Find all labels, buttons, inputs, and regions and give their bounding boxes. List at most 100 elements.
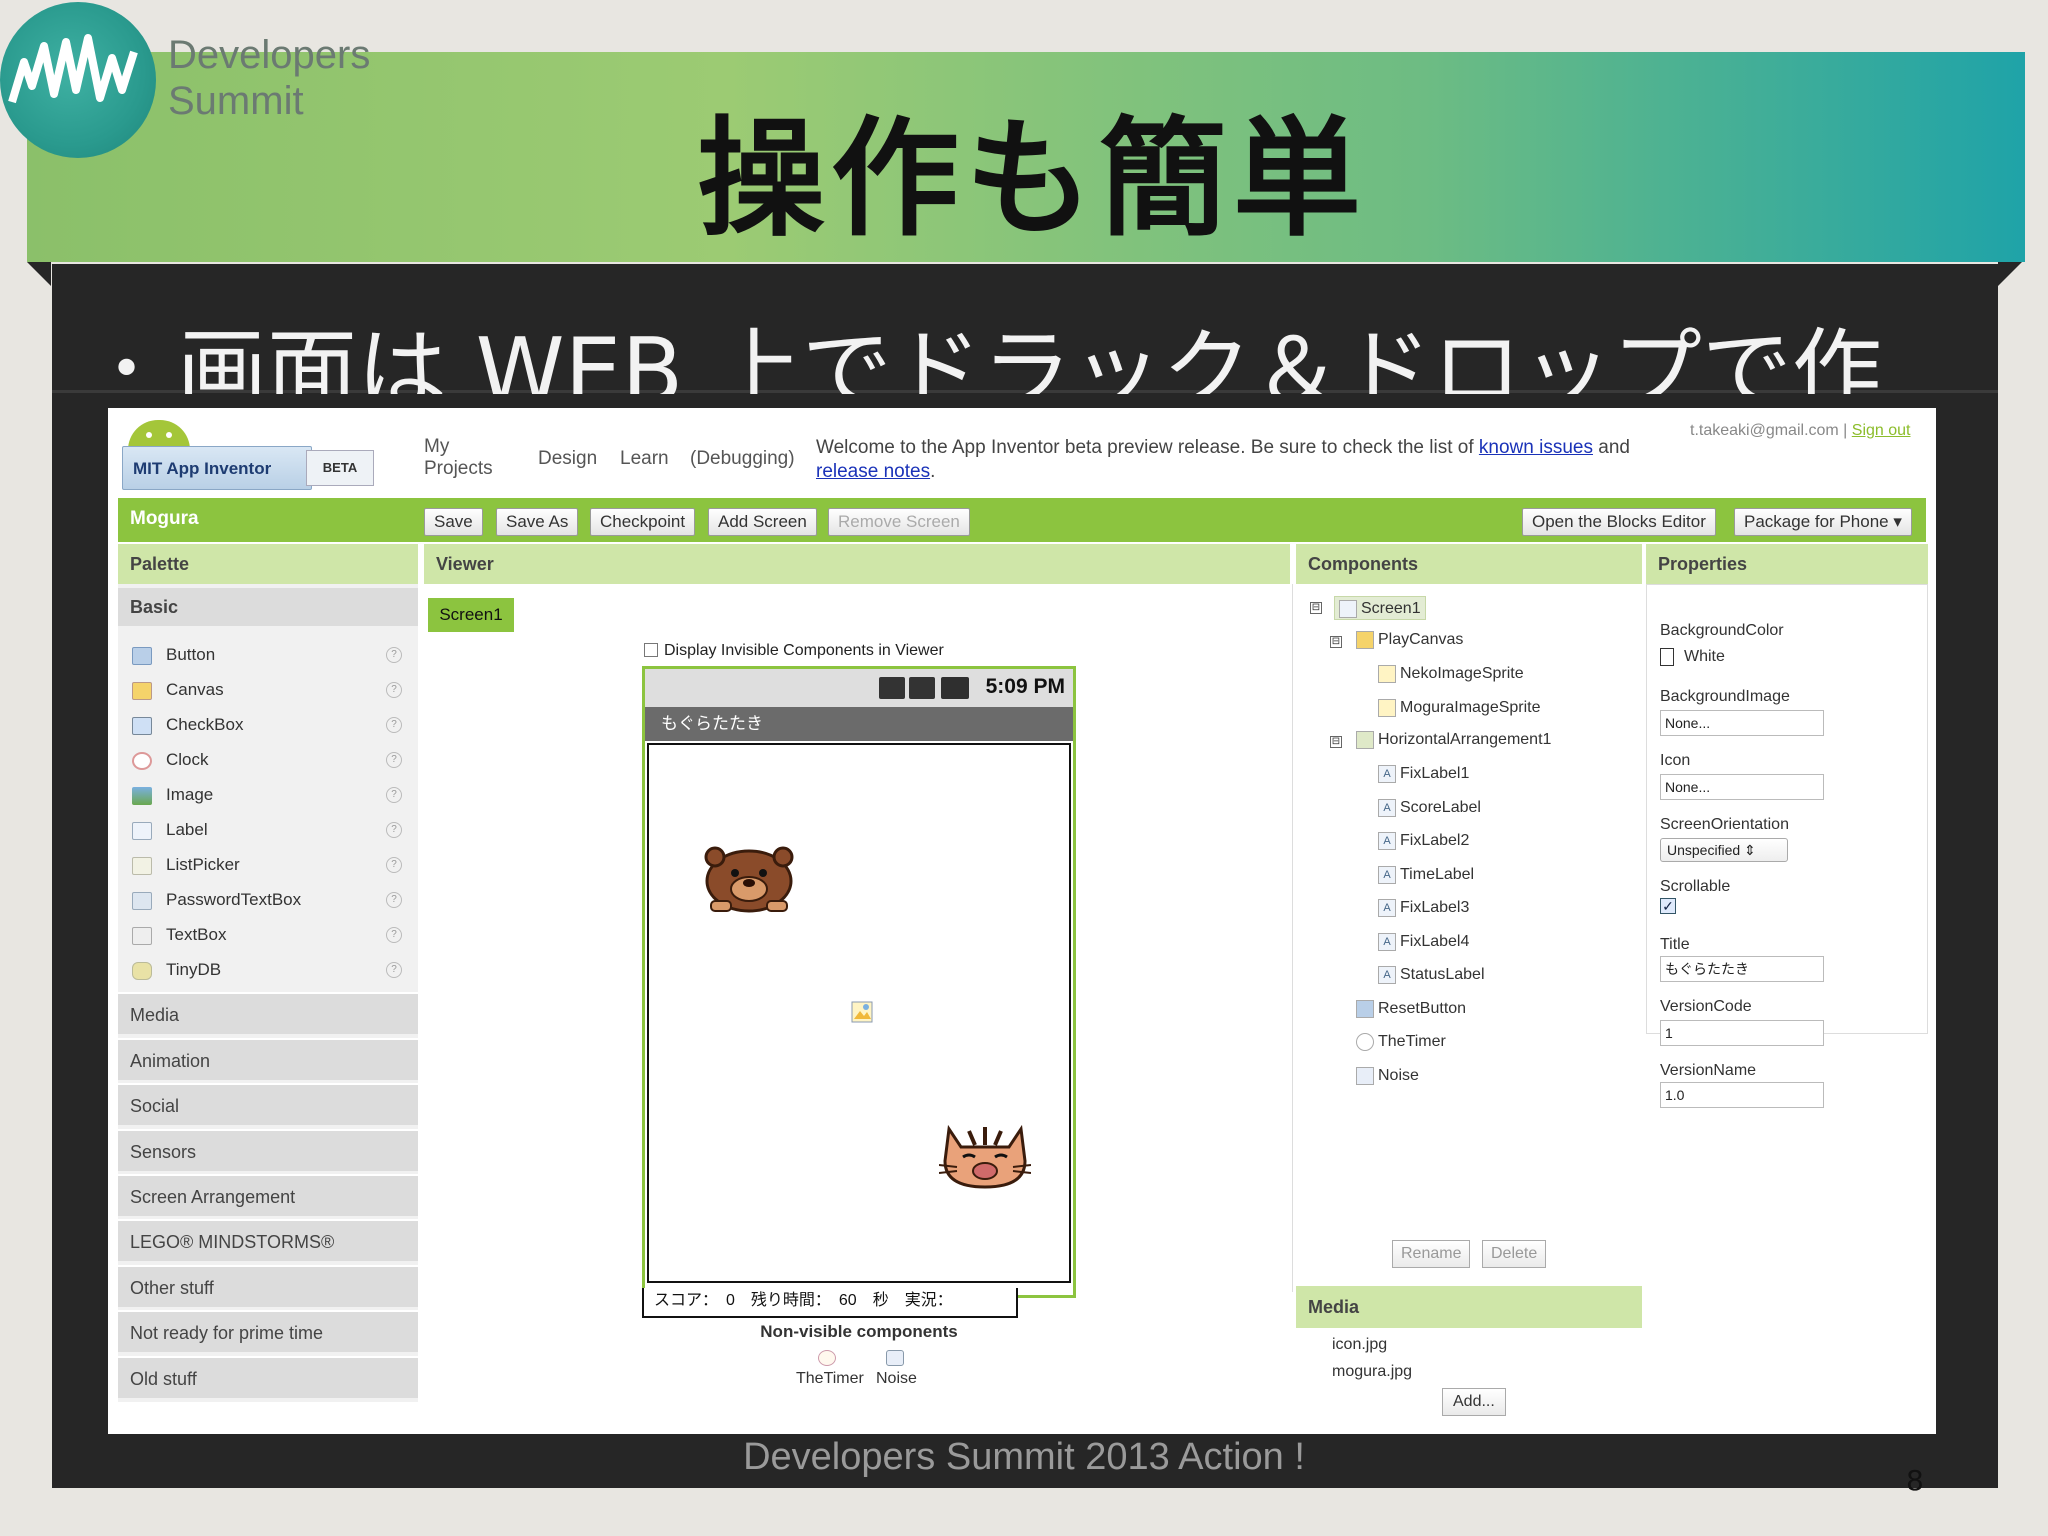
palette-item-label: TextBox	[166, 925, 227, 944]
release-notes-link[interactable]: release notes	[816, 461, 930, 482]
known-issues-link[interactable]: known issues	[1479, 437, 1593, 458]
prop-version-code-field[interactable]: 1	[1660, 1020, 1824, 1046]
palette-item-image[interactable]: Image?	[132, 780, 412, 810]
nav-my-projects[interactable]: My Projects	[424, 436, 493, 480]
save-button[interactable]: Save	[424, 508, 483, 536]
palette-item-passwordtextbox[interactable]: PasswordTextBox?	[132, 885, 412, 915]
collapse-toggle-icon[interactable]: ⊟	[1330, 636, 1342, 648]
tree-item-timelabel[interactable]: A TimeLabel	[1378, 863, 1474, 887]
nonvisible-noise[interactable]: Noise	[876, 1370, 917, 1388]
palette-group-media[interactable]: Media	[118, 992, 418, 1034]
checkpoint-button[interactable]: Checkpoint	[590, 508, 696, 536]
tree-item-label: FixLabel1	[1400, 765, 1470, 782]
account-separator: |	[1838, 422, 1852, 439]
tree-item-nekoimagesprite[interactable]: NekoImageSprite	[1378, 662, 1524, 686]
palette-item-button[interactable]: Button?	[132, 640, 412, 670]
palette-group-screen-arrangement[interactable]: Screen Arrangement	[118, 1174, 418, 1216]
collapse-toggle-icon[interactable]: ⊟	[1310, 602, 1322, 614]
display-invisible-checkbox[interactable]	[644, 643, 658, 657]
welcome-text-1: Welcome to the App Inventor beta preview…	[816, 437, 1479, 458]
prop-orientation-select[interactable]: Unspecified ⇕	[1660, 838, 1788, 862]
tree-item-resetbutton[interactable]: ResetButton	[1356, 997, 1466, 1021]
tree-item-label: Screen1	[1361, 600, 1421, 617]
palette-group-other-stuff[interactable]: Other stuff	[118, 1265, 418, 1307]
prop-background-image-field[interactable]: None...	[1660, 710, 1824, 736]
nonvisible-thetimer[interactable]: TheTimer	[796, 1370, 864, 1388]
media-add-button[interactable]: Add...	[1442, 1388, 1506, 1416]
prop-title-field[interactable]: もぐらたたき	[1660, 956, 1824, 982]
nav-learn[interactable]: Learn	[620, 448, 669, 470]
prop-background-color-label: BackgroundColor	[1660, 622, 1784, 639]
palette-item-clock[interactable]: Clock?	[132, 745, 412, 775]
palette-item-checkbox[interactable]: CheckBox?	[132, 710, 412, 740]
nav-design[interactable]: Design	[538, 448, 597, 470]
bullet-label: 画面は WEB 上でドラック＆ドロップで作	[177, 319, 1882, 394]
bullet-text: • 画面は WEB 上でドラック＆ドロップで作	[110, 298, 1990, 394]
page-number: 8	[1906, 1464, 1924, 1497]
palette-item-listpicker[interactable]: ListPicker?	[132, 850, 412, 880]
help-icon[interactable]: ?	[386, 892, 402, 908]
tree-item-fixlabel2[interactable]: A FixLabel2	[1378, 829, 1469, 853]
prop-version-name-field[interactable]: 1.0	[1660, 1082, 1824, 1108]
help-icon[interactable]: ?	[386, 752, 402, 768]
tree-item-statuslabel[interactable]: A StatusLabel	[1378, 963, 1485, 987]
mole-sprite-icon[interactable]	[701, 843, 797, 915]
palette-item-canvas[interactable]: Canvas?	[132, 675, 412, 705]
sprite-icon	[1378, 698, 1396, 717]
tree-item-moguraimagesprite[interactable]: MoguraImageSprite	[1378, 696, 1541, 720]
help-icon[interactable]: ?	[386, 787, 402, 803]
help-icon[interactable]: ?	[386, 682, 402, 698]
palette-group-lego[interactable]: LEGO® MINDSTORMS®	[118, 1219, 418, 1261]
status-time: 5:09 PM	[985, 675, 1065, 698]
add-screen-button[interactable]: Add Screen	[708, 508, 817, 536]
play-canvas[interactable]	[647, 743, 1071, 1283]
nav-debugging[interactable]: (Debugging)	[690, 448, 795, 470]
help-icon[interactable]: ?	[386, 962, 402, 978]
screen1-tab[interactable]: Screen1	[428, 598, 514, 632]
tree-item-scorelabel[interactable]: A ScoreLabel	[1378, 796, 1481, 820]
tree-item-label: MoguraImageSprite	[1400, 699, 1541, 716]
prop-scrollable-checkbox[interactable]: ✓	[1660, 898, 1676, 914]
save-as-button[interactable]: Save As	[496, 508, 579, 536]
tree-item-playcanvas[interactable]: PlayCanvas	[1356, 628, 1463, 652]
palette-group-animation[interactable]: Animation	[118, 1038, 418, 1080]
listpicker-icon	[132, 856, 152, 875]
remove-screen-button[interactable]: Remove Screen	[828, 508, 970, 536]
palette-item-label[interactable]: Label?	[132, 815, 412, 845]
palette-item-textbox[interactable]: TextBox?	[132, 920, 412, 950]
delete-button[interactable]: Delete	[1482, 1240, 1547, 1268]
display-invisible-toggle[interactable]: Display Invisible Components in Viewer	[644, 642, 944, 660]
palette-item-tinydb[interactable]: TinyDB?	[132, 955, 412, 985]
media-file-icon-jpg[interactable]: icon.jpg	[1332, 1336, 1387, 1354]
help-icon[interactable]: ?	[386, 857, 402, 873]
tree-item-screen1[interactable]: Screen1	[1334, 596, 1426, 620]
tree-item-fixlabel1[interactable]: A FixLabel1	[1378, 762, 1469, 786]
prop-background-color[interactable]: White	[1660, 648, 1725, 666]
help-icon[interactable]: ?	[386, 717, 402, 733]
cat-sprite-icon[interactable]	[939, 1117, 1031, 1191]
tree-item-fixlabel4[interactable]: A FixLabel4	[1378, 930, 1469, 954]
open-blocks-editor-button[interactable]: Open the Blocks Editor	[1522, 508, 1716, 536]
palette-group-old-stuff[interactable]: Old stuff	[118, 1356, 418, 1398]
palette-basic-header[interactable]: Basic	[118, 588, 418, 626]
tree-item-noise[interactable]: Noise	[1356, 1064, 1419, 1088]
help-icon[interactable]: ?	[386, 927, 402, 943]
help-icon[interactable]: ?	[386, 822, 402, 838]
palette-group-social[interactable]: Social	[118, 1083, 418, 1125]
battery-icon	[941, 677, 969, 699]
nav-my-projects-line1: My	[424, 436, 450, 457]
collapse-toggle-icon[interactable]: ⊟	[1330, 736, 1342, 748]
rename-button[interactable]: Rename	[1392, 1240, 1471, 1268]
palette-group-sensors[interactable]: Sensors	[118, 1129, 418, 1171]
tree-item-fixlabel3[interactable]: A FixLabel3	[1378, 896, 1469, 920]
help-icon[interactable]: ?	[386, 647, 402, 663]
tree-item-thetimer[interactable]: TheTimer	[1356, 1030, 1446, 1054]
package-for-phone-button[interactable]: Package for Phone ▾	[1734, 508, 1912, 536]
prop-icon-field[interactable]: None...	[1660, 774, 1824, 800]
app-inventor-logo[interactable]: MIT App Inventor	[122, 446, 312, 490]
media-file-mogura-jpg[interactable]: mogura.jpg	[1332, 1363, 1412, 1381]
tree-item-horizontalarrangement1[interactable]: HorizontalArrangement1	[1356, 728, 1551, 752]
panel-corner-left	[27, 262, 51, 286]
sign-out-link[interactable]: Sign out	[1852, 422, 1911, 439]
palette-group-not-ready[interactable]: Not ready for prime time	[118, 1310, 418, 1352]
